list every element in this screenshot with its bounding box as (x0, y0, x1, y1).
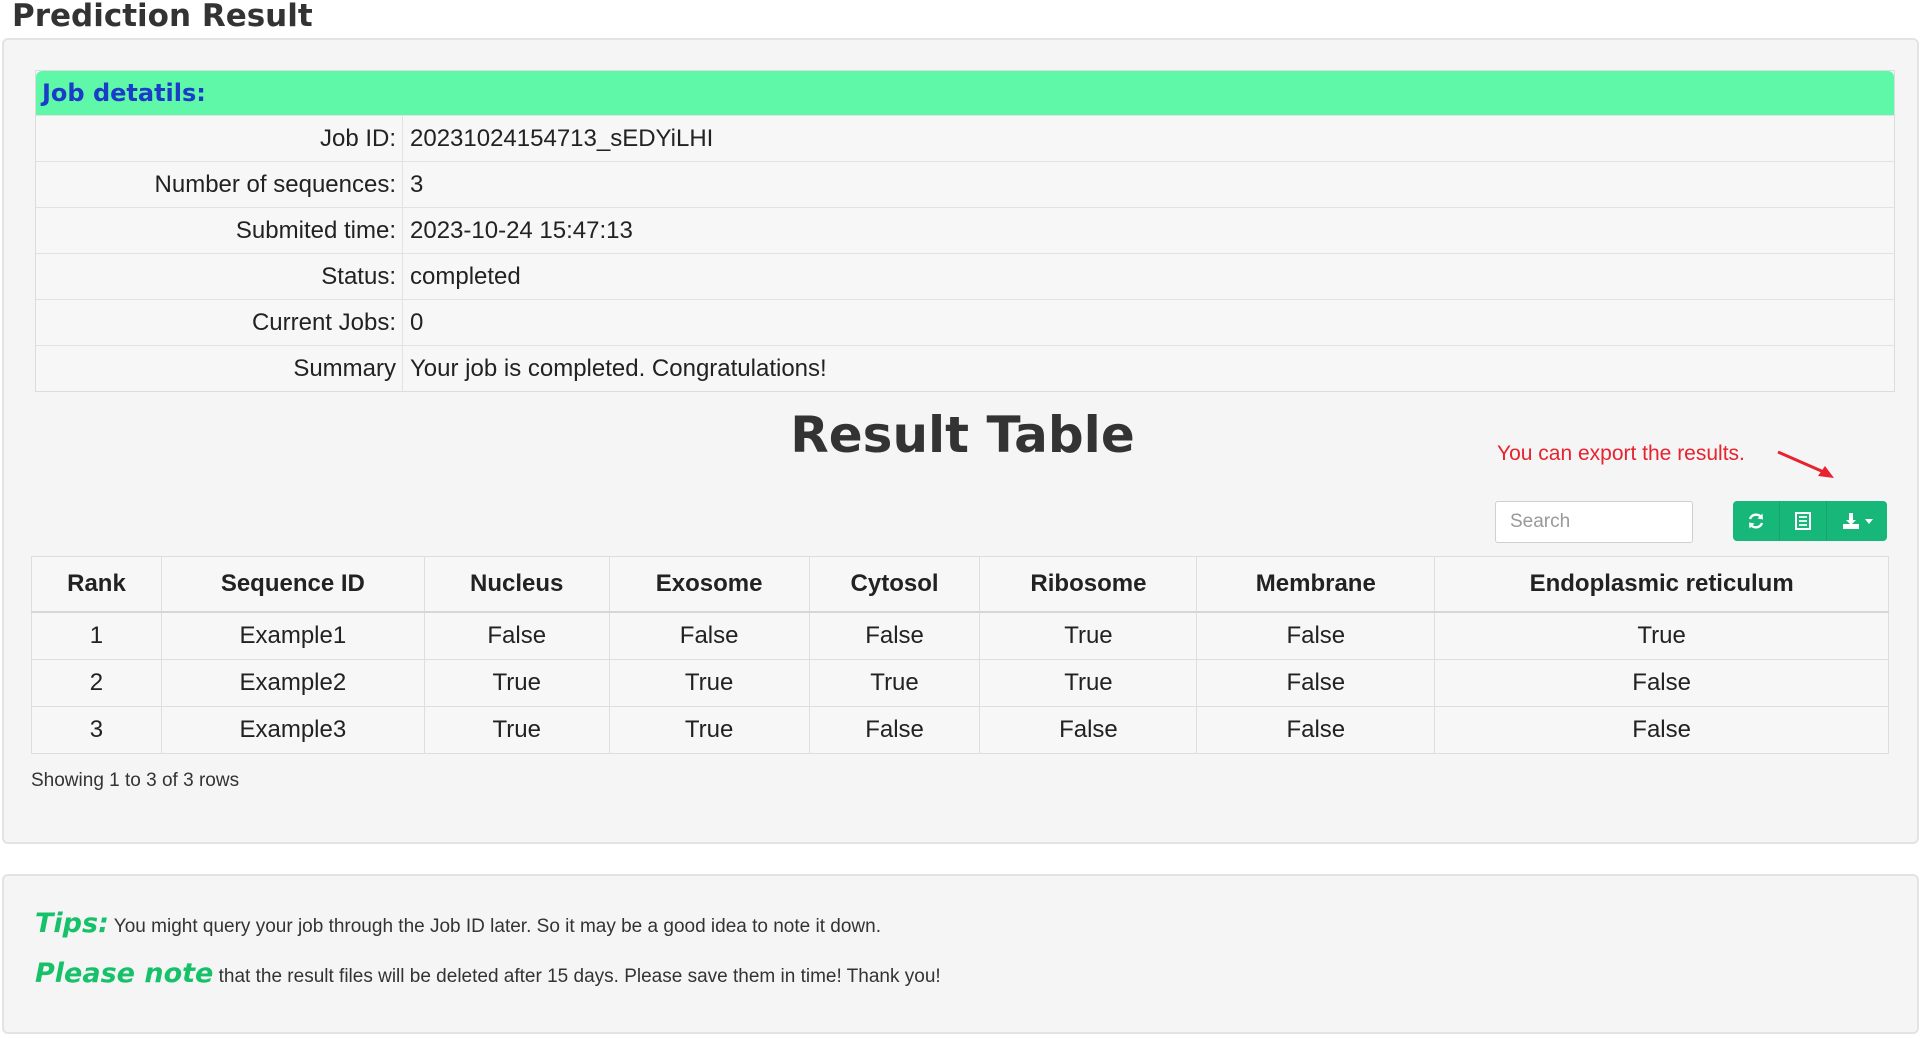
table-row: 3 Example3 True True False False False F… (31, 706, 1889, 754)
job-label: Number of sequences: (36, 162, 403, 207)
table-cell: Example2 (160, 659, 425, 707)
refresh-icon (1748, 513, 1764, 529)
table-header-row: Rank Sequence ID Nucleus Exosome Cytosol… (31, 556, 1889, 613)
table-cell: Example1 (160, 611, 425, 660)
job-label: Status: (36, 254, 403, 299)
table-cell: False (1196, 611, 1436, 660)
sequence-count-value: 3 (410, 171, 424, 198)
refresh-button[interactable] (1733, 501, 1780, 541)
table-cell: False (808, 706, 981, 754)
job-id-value: 20231024154713_sEDYiLHI (410, 125, 714, 152)
job-row-id: Job ID: 20231024154713_sEDYiLHI (36, 115, 1894, 161)
summary-value: Your job is completed. Congratulations! (410, 355, 827, 382)
table-row: 2 Example2 True True True True False Fal… (31, 659, 1889, 707)
export-hint: You can export the results. (1497, 442, 1745, 465)
current-jobs-value: 0 (410, 309, 424, 336)
note-label: Please note (35, 958, 214, 989)
job-details-box: Job detatils: Job ID: 20231024154713_sED… (35, 70, 1895, 392)
job-row-current-jobs: Current Jobs: 0 (36, 299, 1894, 345)
columns-icon (1795, 512, 1811, 530)
export-arrow-icon (1777, 450, 1834, 478)
table-cell: 3 (31, 706, 162, 754)
tips-panel: Tips: You might query your job through t… (2, 874, 1919, 1034)
column-header[interactable]: Nucleus (423, 556, 610, 613)
table-cell: False (423, 611, 610, 660)
table-toolbar (1733, 501, 1887, 541)
table-cell: False (808, 611, 981, 660)
job-details-header: Job detatils: (36, 71, 1894, 115)
job-label: Submited time: (36, 208, 403, 253)
table-cell: False (1434, 706, 1889, 754)
columns-button[interactable] (1780, 501, 1827, 541)
column-header[interactable]: Rank (31, 556, 162, 613)
table-cell: Example3 (160, 706, 425, 754)
caret-down-icon (1864, 519, 1873, 524)
job-label: Current Jobs: (36, 300, 403, 345)
column-header[interactable]: Exosome (608, 556, 810, 613)
table-cell: False (979, 706, 1198, 754)
note-text: that the result files will be deleted af… (213, 966, 941, 987)
column-header[interactable]: Ribosome (979, 556, 1198, 613)
table-row: 1 Example1 False False False True False … (31, 611, 1889, 660)
column-header[interactable]: Sequence ID (160, 556, 425, 613)
result-table: Rank Sequence ID Nucleus Exosome Cytosol… (31, 556, 1889, 754)
table-cell: False (1196, 659, 1436, 707)
tips-label: Tips: (35, 908, 109, 939)
column-header[interactable]: Endoplasmic reticulum (1434, 556, 1889, 613)
status-value: completed (410, 263, 521, 290)
page-title: Prediction Result (12, 0, 313, 34)
column-header[interactable]: Cytosol (808, 556, 981, 613)
job-row-sequences: Number of sequences: 3 (36, 161, 1894, 207)
table-cell: True (979, 611, 1198, 660)
job-label: Summary (36, 346, 403, 391)
table-cell: True (608, 659, 810, 707)
job-row-summary: Summary Your job is completed. Congratul… (36, 345, 1894, 391)
table-cell: 2 (31, 659, 162, 707)
table-cell: True (423, 659, 610, 707)
tips-text: You might query your job through the Job… (108, 916, 881, 937)
table-cell: True (979, 659, 1198, 707)
table-cell: True (1434, 611, 1889, 660)
pagination-info: Showing 1 to 3 of 3 rows (31, 770, 240, 791)
table-cell: True (608, 706, 810, 754)
search-input[interactable] (1495, 501, 1693, 543)
job-row-submitted: Submited time: 2023-10-24 15:47:13 (36, 207, 1894, 253)
job-row-status: Status: completed (36, 253, 1894, 299)
table-cell: True (423, 706, 610, 754)
table-cell: False (1196, 706, 1436, 754)
table-cell: False (1434, 659, 1889, 707)
note-line: Please note that the result files will b… (35, 958, 941, 989)
job-label: Job ID: (36, 116, 403, 161)
tip-line: Tips: You might query your job through t… (35, 908, 881, 939)
column-header[interactable]: Membrane (1196, 556, 1436, 613)
job-details-title: Job detatils: (42, 79, 206, 107)
table-cell: False (608, 611, 810, 660)
submitted-time-value: 2023-10-24 15:47:13 (410, 217, 633, 244)
table-cell: 1 (31, 611, 162, 660)
export-dropdown-button[interactable] (1827, 501, 1887, 541)
table-cell: True (808, 659, 981, 707)
export-icon (1842, 513, 1859, 529)
